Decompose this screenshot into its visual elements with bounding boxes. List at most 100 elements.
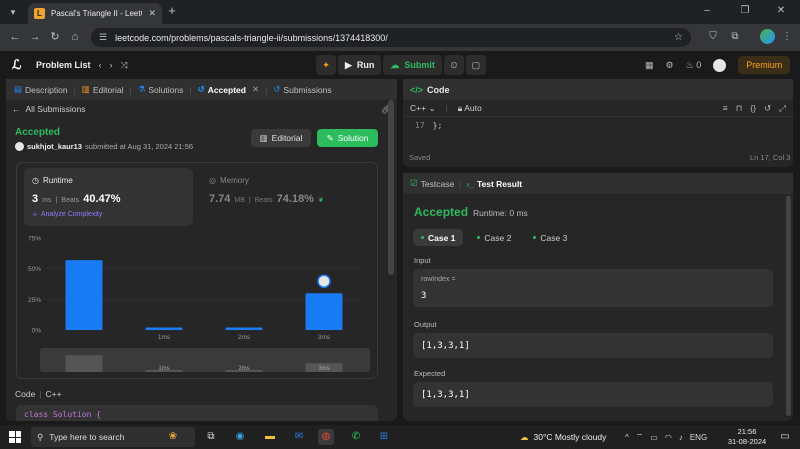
- y-tick-label: 50%: [28, 266, 41, 273]
- extensions-icon[interactable]: ⧉: [728, 30, 742, 44]
- streak-fire[interactable]: ♨ 0: [686, 60, 702, 71]
- left-tabs: ▤ Description | ▥ Editorial | ⚗ Solutions |…: [6, 79, 397, 100]
- profile-avatar[interactable]: [760, 29, 775, 44]
- beats-label: Beats: [254, 197, 273, 204]
- code-toolbar: C++ ⌄ | 🔒︎ Auto ≡ ⊓ {} ↺ ⤢: [403, 100, 793, 117]
- prev-problem-icon[interactable]: ‹: [99, 60, 102, 70]
- leetcode-logo-icon[interactable]: ℒ: [12, 57, 26, 73]
- mail-icon[interactable]: ✉: [291, 429, 307, 445]
- settings-gear-icon[interactable]: ⚙: [666, 60, 674, 71]
- close-window-button[interactable]: ✕: [768, 3, 794, 19]
- memory-beats: 74.18%: [276, 193, 314, 205]
- new-tab-button[interactable]: +: [165, 4, 179, 18]
- checkbox-icon: ☑: [410, 178, 418, 188]
- case-tab-3[interactable]: Case 3: [525, 229, 575, 246]
- user-avatar[interactable]: [713, 58, 727, 72]
- language-select[interactable]: C++ ⌄: [410, 103, 436, 114]
- runtime-bar: [65, 260, 103, 330]
- store-icon[interactable]: ⊞: [376, 429, 392, 445]
- home-icon[interactable]: ⌂: [68, 30, 82, 44]
- input-language[interactable]: ENG: [690, 433, 707, 442]
- back-icon[interactable]: ←: [8, 30, 22, 44]
- memory-label[interactable]: ◎ Memory: [209, 176, 249, 185]
- url-text: leetcode.com/problems/pascals-triangle-i…: [115, 32, 388, 43]
- chevron-up-icon[interactable]: ^: [625, 433, 629, 442]
- tab-editorial[interactable]: ▥ Editorial: [80, 84, 126, 95]
- username-link[interactable]: sukhjot_kaur13: [27, 142, 82, 151]
- close-tab-icon[interactable]: ✕: [148, 8, 156, 19]
- volume-icon[interactable]: ♪: [679, 433, 683, 442]
- submit-button[interactable]: ☁ Submit: [383, 55, 442, 75]
- user-avatar[interactable]: [15, 142, 24, 151]
- bookmark-icon[interactable]: ⊓: [736, 103, 743, 114]
- layout-icon[interactable]: ▦: [645, 60, 654, 71]
- braces-icon[interactable]: {}: [750, 103, 756, 114]
- reload-icon[interactable]: ↻: [48, 30, 62, 44]
- network-icon[interactable]: ⌔: [636, 432, 644, 442]
- editorial-button[interactable]: ▥ Editorial: [251, 129, 311, 147]
- tab-test-result[interactable]: ›_ Test Result: [466, 179, 522, 189]
- notes-icon[interactable]: ▢: [465, 55, 486, 75]
- submitted-time: submitted at Aug 31, 2024 21:56: [85, 142, 194, 151]
- clock-icon: ◷: [32, 176, 39, 185]
- history-icon: ↺: [197, 84, 205, 94]
- search-icon: ⚲: [37, 431, 44, 442]
- edge-browser-icon[interactable]: ◉: [232, 429, 248, 445]
- run-button[interactable]: ▶ Run: [338, 55, 382, 75]
- browser-tab[interactable]: L Pascal's Triangle II - LeetCode ✕: [28, 3, 162, 24]
- shield-icon[interactable]: ⛉: [706, 30, 720, 44]
- right-scrollbar[interactable]: [786, 196, 791, 416]
- tab-testcase[interactable]: ☑ Testcase: [410, 178, 454, 189]
- divider: |: [39, 389, 42, 399]
- problem-list-label[interactable]: Problem List: [36, 60, 91, 70]
- case-tab-1[interactable]: Case 1: [413, 229, 464, 246]
- close-tab-icon[interactable]: ✕: [252, 84, 259, 95]
- menu-lines-icon[interactable]: ≡: [723, 103, 728, 114]
- address-bar[interactable]: ☰ leetcode.com/problems/pascals-triangle…: [91, 28, 691, 47]
- runtime-distribution-chart[interactable]: 75% 50% 25% 0% 1ms 2ms 3ms 1ms 2ms 3ms: [24, 230, 374, 375]
- file-explorer-icon[interactable]: ▬: [262, 429, 278, 445]
- case-tab-2[interactable]: Case 2: [469, 229, 519, 246]
- solution-button[interactable]: ✎ Solution: [317, 129, 378, 147]
- premium-button[interactable]: Premium: [738, 56, 791, 74]
- flask-icon: ⚗: [137, 84, 146, 94]
- windows-start-icon[interactable]: [9, 431, 21, 443]
- notifications-icon[interactable]: ▭: [778, 430, 792, 444]
- tab-list-icon[interactable]: ▾: [6, 5, 20, 19]
- menu-icon[interactable]: ⋮: [780, 30, 794, 44]
- input-box: [413, 269, 773, 307]
- result-panel-header: ☑ Testcase | ›_ Test Result: [403, 173, 793, 194]
- minimize-button[interactable]: –: [694, 3, 720, 19]
- whatsapp-icon[interactable]: ✆: [348, 429, 364, 445]
- restore-button[interactable]: ❐: [732, 3, 758, 19]
- tab-accepted[interactable]: ↺ Accepted ✕: [196, 84, 262, 95]
- auto-mode[interactable]: 🔒︎ Auto: [458, 103, 482, 114]
- next-problem-icon[interactable]: ›: [110, 60, 113, 70]
- timer-icon[interactable]: ⏲: [443, 55, 464, 75]
- y-tick-label: 25%: [28, 297, 41, 304]
- chrome-icon[interactable]: ◍: [318, 429, 334, 445]
- memory-chip-icon: ◎: [209, 176, 216, 185]
- tab-description[interactable]: ▤ Description: [12, 84, 70, 95]
- shuffle-icon[interactable]: ⤨: [121, 60, 128, 71]
- debug-icon[interactable]: ✦: [316, 55, 336, 75]
- expand-icon[interactable]: ⤢: [779, 103, 786, 114]
- forward-icon[interactable]: →: [28, 30, 42, 44]
- tab-submissions[interactable]: ↺ Submissions: [271, 84, 333, 95]
- editor-line[interactable]: 17 };: [415, 121, 442, 130]
- tab-solutions[interactable]: ⚗ Solutions: [136, 84, 186, 95]
- all-submissions-link[interactable]: ← All Submissions: [12, 104, 86, 114]
- left-scrollbar[interactable]: [388, 100, 394, 275]
- weather-widget[interactable]: ☁ 30°C Mostly cloudy: [520, 429, 606, 445]
- taskbar-clock[interactable]: 21:56 31-08-2024: [727, 427, 767, 447]
- analyze-complexity-link[interactable]: ✧ Analyze Complexity: [32, 211, 102, 219]
- task-view-icon[interactable]: ⧉: [203, 429, 219, 445]
- bookmark-star-icon[interactable]: ☆: [674, 32, 683, 43]
- code-panel-header: </> Code: [403, 79, 793, 100]
- search-highlight-icon[interactable]: ❀: [158, 429, 188, 445]
- code-line: class Solution {: [24, 410, 102, 419]
- wifi-icon[interactable]: ◠: [665, 433, 672, 442]
- battery-icon[interactable]: ▭: [650, 433, 658, 442]
- reset-icon[interactable]: ↺: [764, 103, 771, 114]
- site-info-icon[interactable]: ☰: [99, 32, 107, 43]
